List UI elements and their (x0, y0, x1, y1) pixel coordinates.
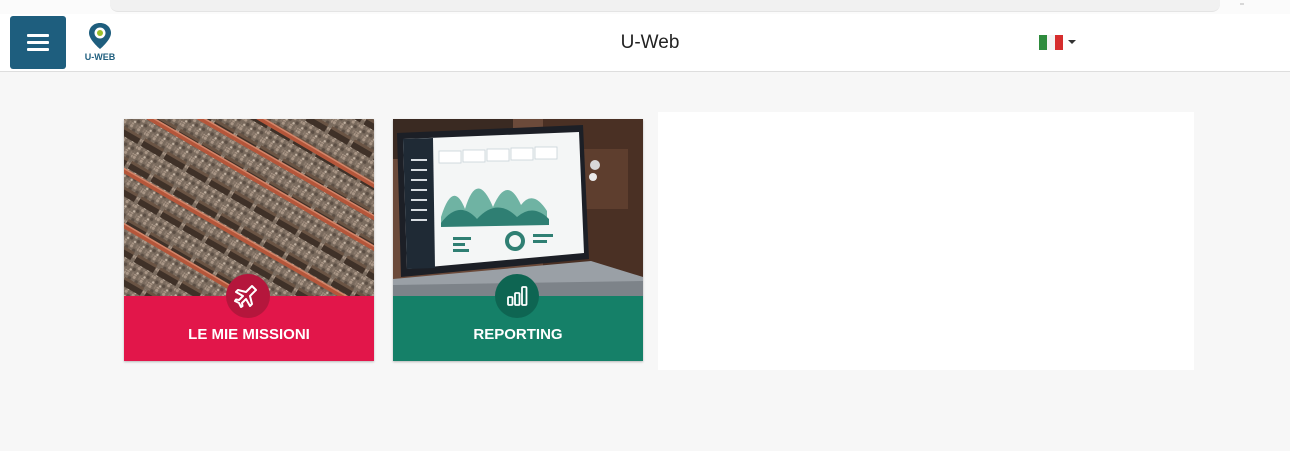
chevron-down-icon (1068, 40, 1076, 44)
hamburger-icon (27, 34, 49, 37)
tile-icon-badge (226, 274, 270, 318)
location-pin-icon (89, 23, 111, 49)
empty-content-panel (658, 112, 1194, 370)
tile-le-mie-missioni[interactable]: LE MIE MISSIONI (124, 119, 374, 361)
tile-label: REPORTING (473, 326, 563, 343)
railway-tracks-image (124, 119, 374, 296)
browser-dot (1240, 3, 1244, 5)
logo-text: U-WEB (84, 52, 116, 62)
browser-top-strip (0, 0, 1290, 14)
app-title: U-Web (620, 32, 680, 53)
laptop-dashboard-image (393, 119, 643, 296)
tile-icon-badge (495, 274, 539, 318)
bar-chart-icon (507, 286, 528, 306)
airplane-icon (234, 285, 257, 308)
u-web-logo[interactable]: U-WEB (76, 20, 126, 64)
hamburger-icon-bar (27, 48, 49, 51)
hamburger-icon-bar (27, 41, 49, 44)
italian-flag-icon (1039, 35, 1063, 50)
tile-reporting[interactable]: REPORTING (393, 119, 643, 361)
browser-address-bar-remnant (110, 0, 1220, 12)
top-navbar: U-WEB U-Web (0, 14, 1290, 72)
menu-toggle-button[interactable] (10, 16, 66, 69)
tile-label: LE MIE MISSIONI (188, 326, 310, 343)
